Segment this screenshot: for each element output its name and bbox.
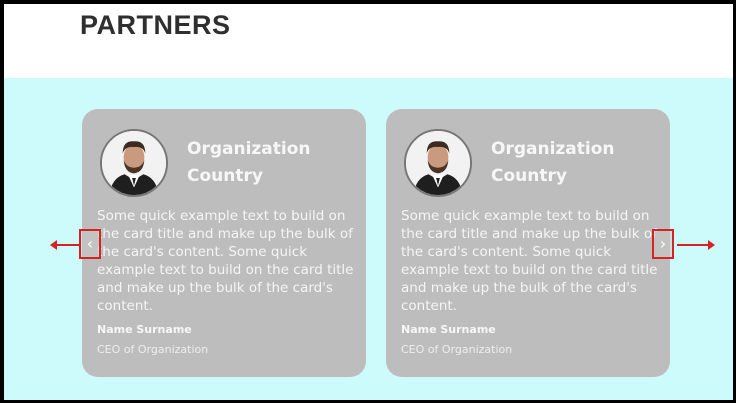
card-text: Some quick example text to build on the … — [97, 208, 354, 314]
annotation-arrow-left — [50, 240, 80, 250]
organization-title: Organization Country — [491, 136, 661, 190]
section-heading: PARTNERS — [80, 10, 231, 40]
organization-country: Country — [187, 166, 263, 186]
organization-title: Organization Country — [187, 136, 357, 190]
person-photo-icon — [102, 131, 166, 195]
person-name: Name Surname — [97, 323, 192, 336]
person-name: Name Surname — [401, 323, 496, 336]
organization-name: Organization — [491, 139, 615, 159]
chevron-left-icon: ‹ — [86, 234, 94, 253]
person-role: CEO of Organization — [401, 343, 513, 356]
carousel-next-button[interactable]: › — [652, 229, 674, 259]
organization-country: Country — [491, 166, 567, 186]
partner-card: Organization Country Some quick example … — [386, 109, 670, 377]
partner-card: Organization Country Some quick example … — [82, 109, 366, 377]
avatar — [404, 129, 472, 197]
card-text: Some quick example text to build on the … — [401, 208, 658, 314]
person-photo-icon — [406, 131, 470, 195]
avatar — [100, 129, 168, 197]
person-role: CEO of Organization — [97, 343, 209, 356]
annotation-arrow-right — [677, 240, 715, 250]
organization-name: Organization — [187, 139, 311, 159]
page-frame: PARTNERS Organization Country Some quick… — [0, 0, 736, 403]
chevron-right-icon: › — [659, 234, 667, 253]
carousel-prev-button[interactable]: ‹ — [79, 229, 101, 259]
